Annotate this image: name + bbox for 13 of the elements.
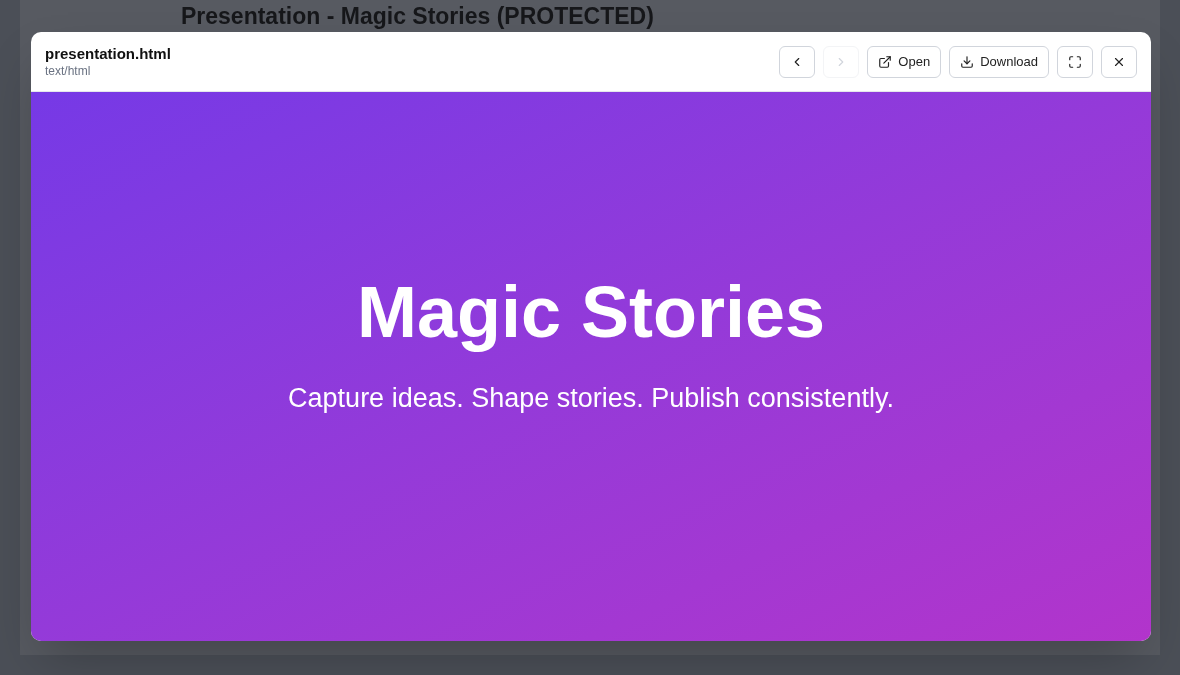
slide-title: Magic Stories [356,272,826,352]
file-type: text/html [45,62,92,79]
external-link-icon [878,54,893,69]
page-title: Presentation - Magic Stories (PROTECTED) [181,3,655,30]
slide-subtitle: Capture ideas. Shape stories. Publish consistently. [288,382,894,415]
open-button[interactable]: Open [867,45,942,78]
file-name: presentation.html [45,44,171,63]
close-button[interactable] [1101,45,1137,78]
download-button[interactable]: Download [949,45,1049,78]
fullscreen-icon [1068,54,1082,69]
download-icon [960,54,975,69]
fullscreen-button[interactable] [1057,45,1093,78]
previous-button[interactable] [779,45,816,78]
